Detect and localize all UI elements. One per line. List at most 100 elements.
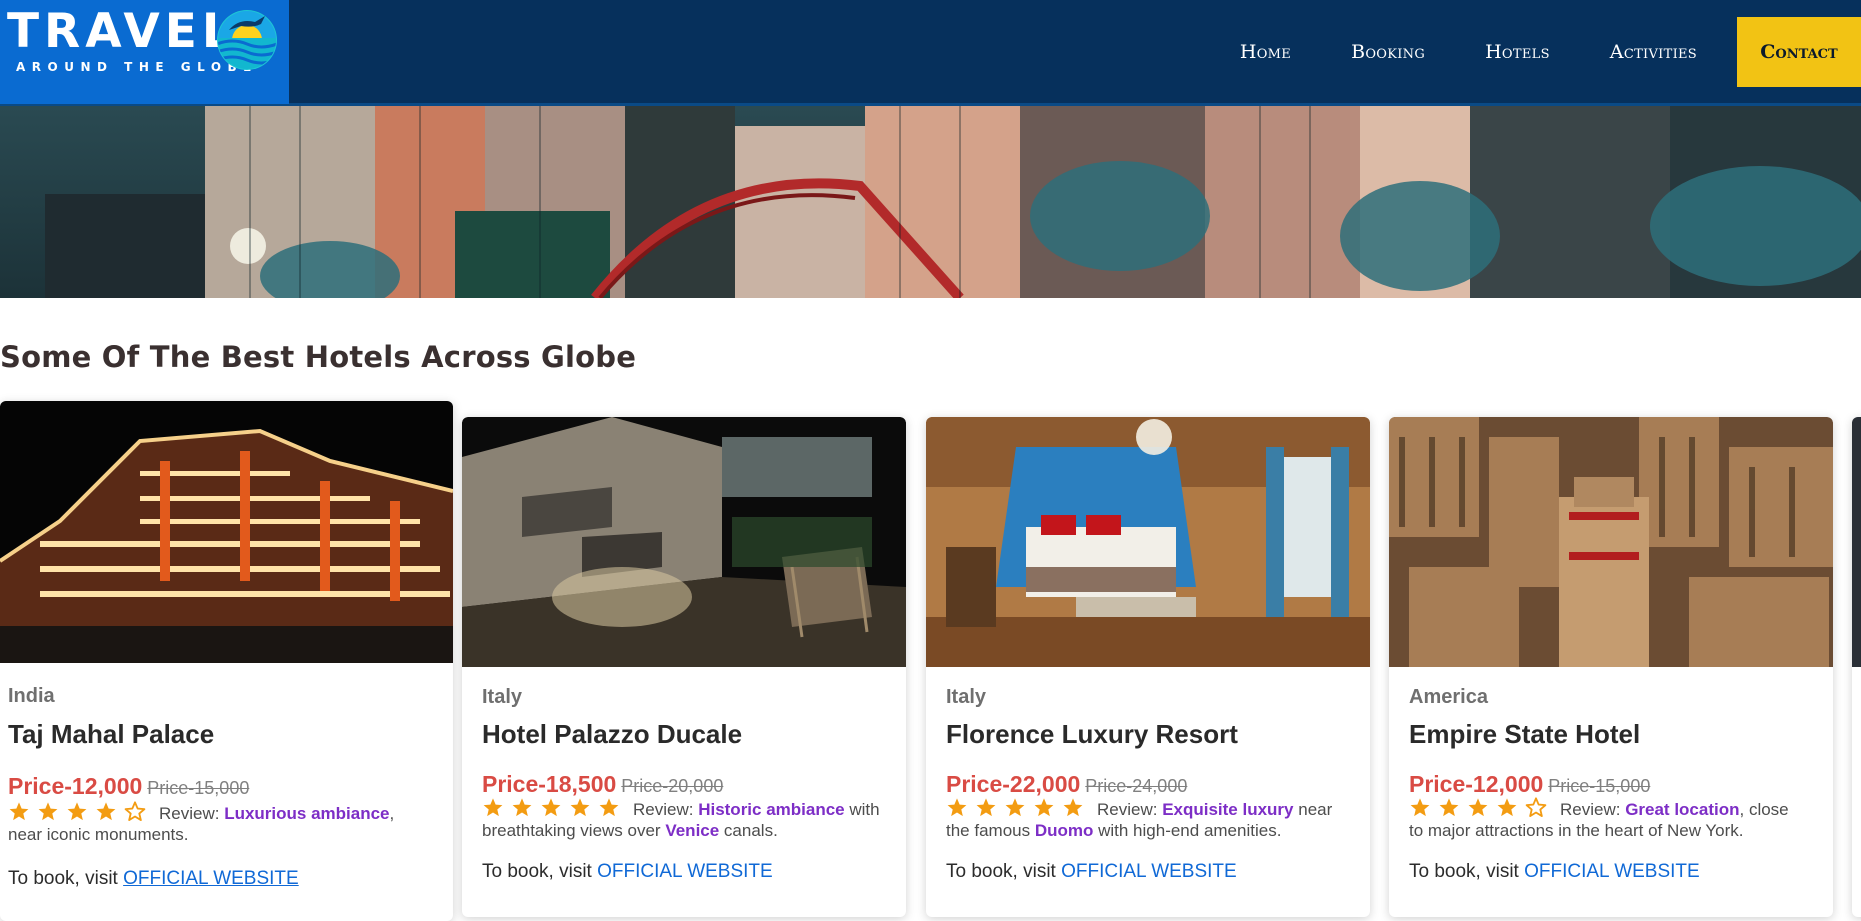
courtyard-photo-icon xyxy=(462,417,906,667)
booking-prefix: To book, visit xyxy=(8,868,124,889)
hotel-country: Italy xyxy=(946,686,987,708)
official-website-link[interactable]: OFFICIAL WEBSITE xyxy=(1061,861,1237,882)
star-filled-icon xyxy=(1063,798,1083,817)
price-current: Price-18,500 xyxy=(482,771,617,797)
star-filled-icon xyxy=(9,802,29,821)
review-prefix: Review: xyxy=(159,804,225,823)
booking-prefix: To book, visit xyxy=(946,861,1062,882)
review: Review: Historic ambiance with breathtak… xyxy=(482,797,902,841)
star-empty-icon xyxy=(124,801,146,821)
hero-banner xyxy=(0,106,1861,298)
official-website-link[interactable]: OFFICIAL WEBSITE xyxy=(123,868,299,889)
booking-prefix: To book, visit xyxy=(1409,861,1525,882)
star-filled-icon xyxy=(1034,798,1054,817)
review: Review: Great location, close to major a… xyxy=(1409,797,1829,841)
hotel-country: Italy xyxy=(482,686,523,708)
hotel-name: Hotel Palazzo Ducale xyxy=(482,719,743,749)
hotel-image xyxy=(0,401,453,663)
hotel-image xyxy=(462,417,906,667)
booking-line: To book, visit OFFICIAL WEBSITE xyxy=(8,868,299,890)
nav-links: Home Booking Hotels Activities Contact xyxy=(1240,0,1861,104)
hotel-name: Empire State Hotel xyxy=(1409,719,1641,749)
hotel-name: Taj Mahal Palace xyxy=(8,719,215,749)
hotel-name: Florence Luxury Resort xyxy=(946,719,1238,749)
review-text-line2-end: canals. xyxy=(719,821,778,840)
star-empty-icon xyxy=(1525,797,1547,817)
star-filled-icon xyxy=(67,802,87,821)
contact-button[interactable]: Contact xyxy=(1737,17,1861,87)
price-row: Price-12,000 Price-15,000 xyxy=(8,773,249,800)
star-filled-icon xyxy=(38,802,58,821)
hotel-card-partial xyxy=(1852,417,1861,917)
price-current: Price-12,000 xyxy=(1409,771,1544,797)
star-filled-icon xyxy=(947,798,967,817)
nav-activities[interactable]: Activities xyxy=(1610,41,1697,63)
star-filled-icon xyxy=(1005,798,1025,817)
globe-logo-icon xyxy=(217,10,277,70)
review-prefix: Review: xyxy=(1560,800,1626,819)
hotel-image xyxy=(926,417,1370,667)
review-text-line2-end: with high-end amenities. xyxy=(1093,821,1282,840)
hotel-image xyxy=(1389,417,1833,667)
star-filled-icon xyxy=(96,802,116,821)
review-highlight-2: Venice xyxy=(665,821,720,840)
star-rating xyxy=(8,801,153,822)
price-original: Price-24,000 xyxy=(1085,776,1188,796)
price-current: Price-22,000 xyxy=(946,771,1081,797)
review: Review: Exquisite luxury near the famous… xyxy=(946,797,1366,841)
nav-home[interactable]: Home xyxy=(1240,41,1291,63)
official-website-link[interactable]: OFFICIAL WEBSITE xyxy=(1524,861,1700,882)
price-row: Price-22,000 Price-24,000 xyxy=(946,771,1187,798)
booking-line: To book, visit OFFICIAL WEBSITE xyxy=(946,861,1237,883)
price-original: Price-15,000 xyxy=(147,778,250,798)
hotel-country: India xyxy=(8,685,55,707)
booking-prefix: To book, visit xyxy=(482,861,598,882)
hotel-card: America Empire State Hotel Price-12,000 P… xyxy=(1389,417,1833,917)
nav-booking[interactable]: Booking xyxy=(1351,41,1425,63)
price-current: Price-12,000 xyxy=(8,773,143,799)
star-filled-icon xyxy=(976,798,996,817)
star-filled-icon xyxy=(1439,798,1459,817)
review-text: , close xyxy=(1739,800,1789,819)
review-highlight: Exquisite luxury xyxy=(1162,800,1294,819)
logo-word: TRAVEL xyxy=(7,4,237,59)
city-skyline-image xyxy=(0,106,1861,298)
star-filled-icon xyxy=(570,798,590,817)
review-highlight: Luxurious ambiance xyxy=(224,804,390,823)
hotel-country: America xyxy=(1409,686,1488,708)
price-original: Price-20,000 xyxy=(621,776,724,796)
navbar: TRAVEL AROUND THE GLOBE Home Booking Hot… xyxy=(0,0,1861,106)
logo[interactable]: TRAVEL AROUND THE GLOBE xyxy=(0,0,289,104)
review-text: with xyxy=(844,800,880,819)
hotel-card: India Taj Mahal Palace Price-12,000 Price… xyxy=(0,401,453,921)
star-rating xyxy=(1409,797,1554,818)
price-original: Price-15,000 xyxy=(1548,776,1651,796)
star-filled-icon xyxy=(1468,798,1488,817)
price-row: Price-18,500 Price-20,000 xyxy=(482,771,723,798)
star-filled-icon xyxy=(483,798,503,817)
star-filled-icon xyxy=(1410,798,1430,817)
star-filled-icon xyxy=(541,798,561,817)
star-filled-icon xyxy=(1497,798,1517,817)
official-website-link[interactable]: OFFICIAL WEBSITE xyxy=(597,861,773,882)
hotel-card: Italy Florence Luxury Resort Price-22,00… xyxy=(926,417,1370,917)
star-rating xyxy=(482,797,627,818)
review: Review: Luxurious ambiance, near iconic … xyxy=(8,801,448,845)
star-filled-icon xyxy=(512,798,532,817)
review-highlight: Great location xyxy=(1625,800,1740,819)
review-text: , xyxy=(389,804,395,823)
bedroom-photo-icon xyxy=(926,417,1370,667)
review-prefix: Review: xyxy=(1097,800,1163,819)
review-highlight-2: Duomo xyxy=(1034,821,1094,840)
star-rating xyxy=(946,797,1091,818)
illuminated-hotel-photo-icon xyxy=(0,401,453,663)
nav-hotels[interactable]: Hotels xyxy=(1485,41,1550,63)
review-text-line2: to major attractions in the heart of New… xyxy=(1409,821,1744,840)
review-text-line2: breathtaking views over xyxy=(482,821,666,840)
review-prefix: Review: xyxy=(633,800,699,819)
review-text: near xyxy=(1293,800,1333,819)
booking-line: To book, visit OFFICIAL WEBSITE xyxy=(1409,861,1700,883)
review-text-line2: the famous xyxy=(946,821,1035,840)
review-highlight: Historic ambiance xyxy=(698,800,845,819)
section-title: Some Of The Best Hotels Across Globe xyxy=(0,340,637,374)
